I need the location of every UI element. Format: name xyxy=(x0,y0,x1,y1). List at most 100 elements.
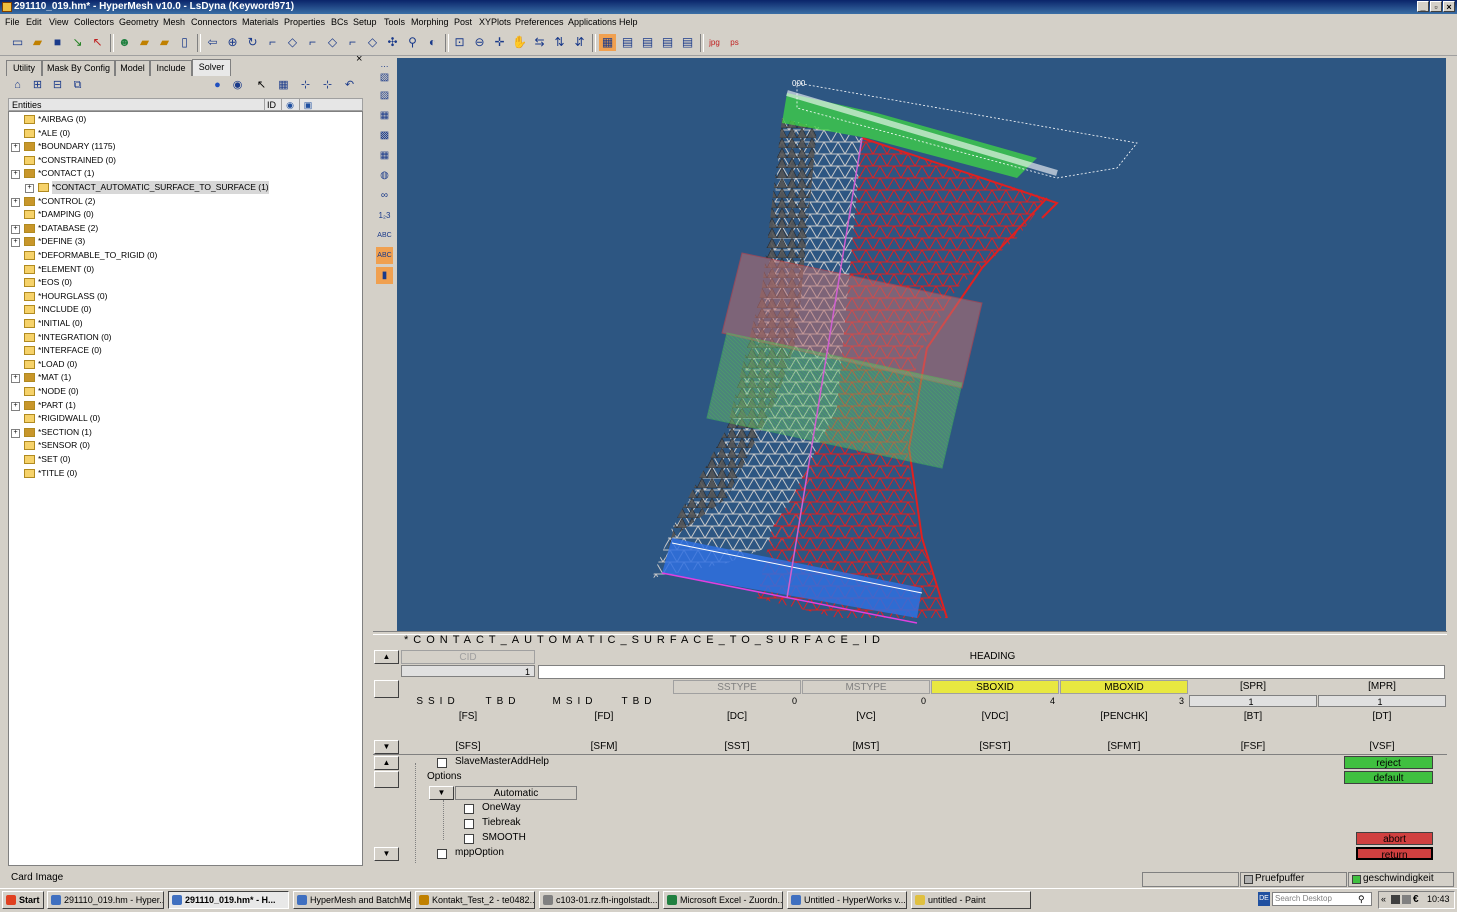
tree-item[interactable]: *SET (0) xyxy=(9,453,359,466)
import-icon[interactable]: ↘ xyxy=(69,34,86,51)
tree-item[interactable]: *INTEGRATION (0) xyxy=(9,331,359,344)
view-icon[interactable]: ▤ xyxy=(619,34,636,51)
zoom-box-icon[interactable]: ⊡ xyxy=(451,34,468,51)
numbering-icon[interactable]: 1₂3 xyxy=(376,207,393,224)
view-icon[interactable]: ▤ xyxy=(659,34,676,51)
hand-icon[interactable]: ✋ xyxy=(511,34,528,51)
default-button[interactable]: default xyxy=(1344,771,1433,784)
menu-preferences[interactable]: Preferences xyxy=(515,17,564,27)
pick-icon[interactable]: ⚲ xyxy=(404,34,421,51)
oneway-checkbox[interactable] xyxy=(464,804,474,814)
label-abc-icon[interactable]: ABC xyxy=(376,227,393,244)
cid-header[interactable]: CID xyxy=(401,650,535,664)
options-dropdown[interactable]: Automatic xyxy=(455,786,577,800)
tree-item[interactable]: *INITIAL (0) xyxy=(9,317,359,330)
select-icon[interactable]: ◇ xyxy=(324,34,341,51)
task-item[interactable]: Kontakt_Test_2 - te0482... xyxy=(415,891,535,909)
mesh-icon[interactable]: ▦ xyxy=(376,107,393,124)
arrows-icon[interactable]: ⇆ xyxy=(531,34,548,51)
mboxid-header[interactable]: MBOXID xyxy=(1060,680,1188,694)
arrows-icon[interactable]: ⇵ xyxy=(571,34,588,51)
menu-xyplots[interactable]: XYPlots xyxy=(479,17,511,27)
tab-utility[interactable]: Utility xyxy=(6,60,42,76)
tree-item[interactable]: *AIRBAG (0) xyxy=(9,113,359,126)
bt-label[interactable]: [BT] xyxy=(1189,710,1317,724)
tree-item[interactable]: + *DATABASE (2) xyxy=(9,222,359,235)
menu-view[interactable]: View xyxy=(49,17,68,27)
task-item[interactable]: 291110_019.hm - Hyper... xyxy=(47,891,164,909)
options-scroll-up-button[interactable]: ▲ xyxy=(374,756,399,770)
menu-applications[interactable]: Applications xyxy=(568,17,617,27)
smooth-checkbox[interactable] xyxy=(464,834,474,844)
mesh-icon[interactable]: ▦ xyxy=(376,147,393,164)
menu-collectors[interactable]: Collectors xyxy=(74,17,114,27)
tree-item[interactable]: *RIGIDWALL (0) xyxy=(9,412,359,425)
tree-item[interactable]: *ELEMENT (0) xyxy=(9,263,359,276)
expand-icon[interactable]: + xyxy=(11,374,20,384)
select-icon[interactable]: ⌐ xyxy=(344,34,361,51)
options-dropdown-arrow[interactable]: ▼ xyxy=(429,786,454,800)
tray-icon[interactable] xyxy=(1402,895,1411,904)
tree-item[interactable]: + *PART (1) xyxy=(9,399,359,412)
sst-label[interactable]: [SST] xyxy=(673,740,801,754)
expand-icon[interactable]: + xyxy=(11,428,20,438)
tree-item[interactable]: *TITLE (0) xyxy=(9,467,359,480)
tree-item[interactable]: + *SECTION (1) xyxy=(9,426,359,439)
binocular-icon[interactable]: ∞ xyxy=(376,187,393,204)
undo-arrow-icon[interactable]: ⇦ xyxy=(204,34,221,51)
menu-edit[interactable]: Edit xyxy=(26,17,42,27)
tree-icon[interactable]: ⧉ xyxy=(70,78,85,93)
mpr-value[interactable]: 1 xyxy=(1318,695,1446,707)
zoom-icon[interactable]: ⊕ xyxy=(224,34,241,51)
tray-chevron-icon[interactable]: « xyxy=(1381,894,1386,904)
fd-label[interactable]: [FD] xyxy=(540,710,668,724)
entities-column-header[interactable]: Entities xyxy=(12,99,42,111)
penchk-label[interactable]: [PENCHK] xyxy=(1060,710,1188,724)
menu-file[interactable]: File xyxy=(5,17,20,27)
user-icon[interactable]: ☻ xyxy=(116,34,133,51)
sfs-label[interactable]: [SFS] xyxy=(404,740,532,754)
menu-connectors[interactable]: Connectors xyxy=(191,17,237,27)
dt-label[interactable]: [DT] xyxy=(1318,710,1446,724)
cid-value[interactable]: 1 xyxy=(401,665,535,677)
vsf-label[interactable]: [VSF] xyxy=(1318,740,1446,754)
dc-label[interactable]: [DC] xyxy=(673,710,801,724)
vdc-label[interactable]: [VDC] xyxy=(931,710,1059,724)
id-column-header[interactable]: ID xyxy=(264,99,281,111)
tree-item[interactable]: + *BOUNDARY (1175) xyxy=(9,140,359,153)
tree-item[interactable]: + *MAT (1) xyxy=(9,371,359,384)
tiebreak-checkbox[interactable] xyxy=(464,819,474,829)
minimize-button[interactable]: _ xyxy=(1417,1,1429,12)
sfm-label[interactable]: [SFM] xyxy=(540,740,668,754)
heading-value[interactable] xyxy=(538,665,1445,679)
sstype-value[interactable]: 0 xyxy=(673,695,801,707)
menu-tools[interactable]: Tools xyxy=(384,17,405,27)
fs-label[interactable]: [FS] xyxy=(404,710,532,724)
clock[interactable]: 10:43 xyxy=(1427,894,1450,904)
sstype-header[interactable]: SSTYPE xyxy=(673,680,801,694)
menu-properties[interactable]: Properties xyxy=(284,17,325,27)
arrows-icon[interactable]: ⇅ xyxy=(551,34,568,51)
tree-item[interactable]: *CONSTRAINED (0) xyxy=(9,154,359,167)
abort-button[interactable]: abort xyxy=(1356,832,1433,845)
options-row-button[interactable] xyxy=(374,771,399,788)
zoom-out-icon[interactable]: ⊖ xyxy=(471,34,488,51)
label-abc-icon[interactable]: ABC xyxy=(376,247,393,264)
spr-value[interactable]: 1 xyxy=(1189,695,1317,707)
euro-icon[interactable]: € xyxy=(1413,894,1419,905)
tree-item[interactable]: *LOAD (0) xyxy=(9,358,359,371)
expand-icon[interactable]: + xyxy=(11,197,20,207)
select-icon[interactable]: ⌐ xyxy=(304,34,321,51)
expand-icon[interactable]: + xyxy=(11,238,20,248)
tree-item[interactable]: + *CONTROL (2) xyxy=(9,195,359,208)
expand-icon[interactable]: + xyxy=(11,401,20,411)
select-icon[interactable]: ⌐ xyxy=(264,34,281,51)
task-item[interactable]: untitled - Paint xyxy=(911,891,1031,909)
cursor-icon[interactable]: ↖ xyxy=(254,78,269,93)
task-item[interactable]: HyperMesh and BatchMe... xyxy=(293,891,411,909)
start-button[interactable]: Start xyxy=(2,891,44,909)
view-icon[interactable]: ▤ xyxy=(639,34,656,51)
pin-icon[interactable]: ⊹ xyxy=(298,78,313,93)
pan-icon[interactable]: ✛ xyxy=(491,34,508,51)
new-file-icon[interactable]: ▭ xyxy=(9,34,26,51)
